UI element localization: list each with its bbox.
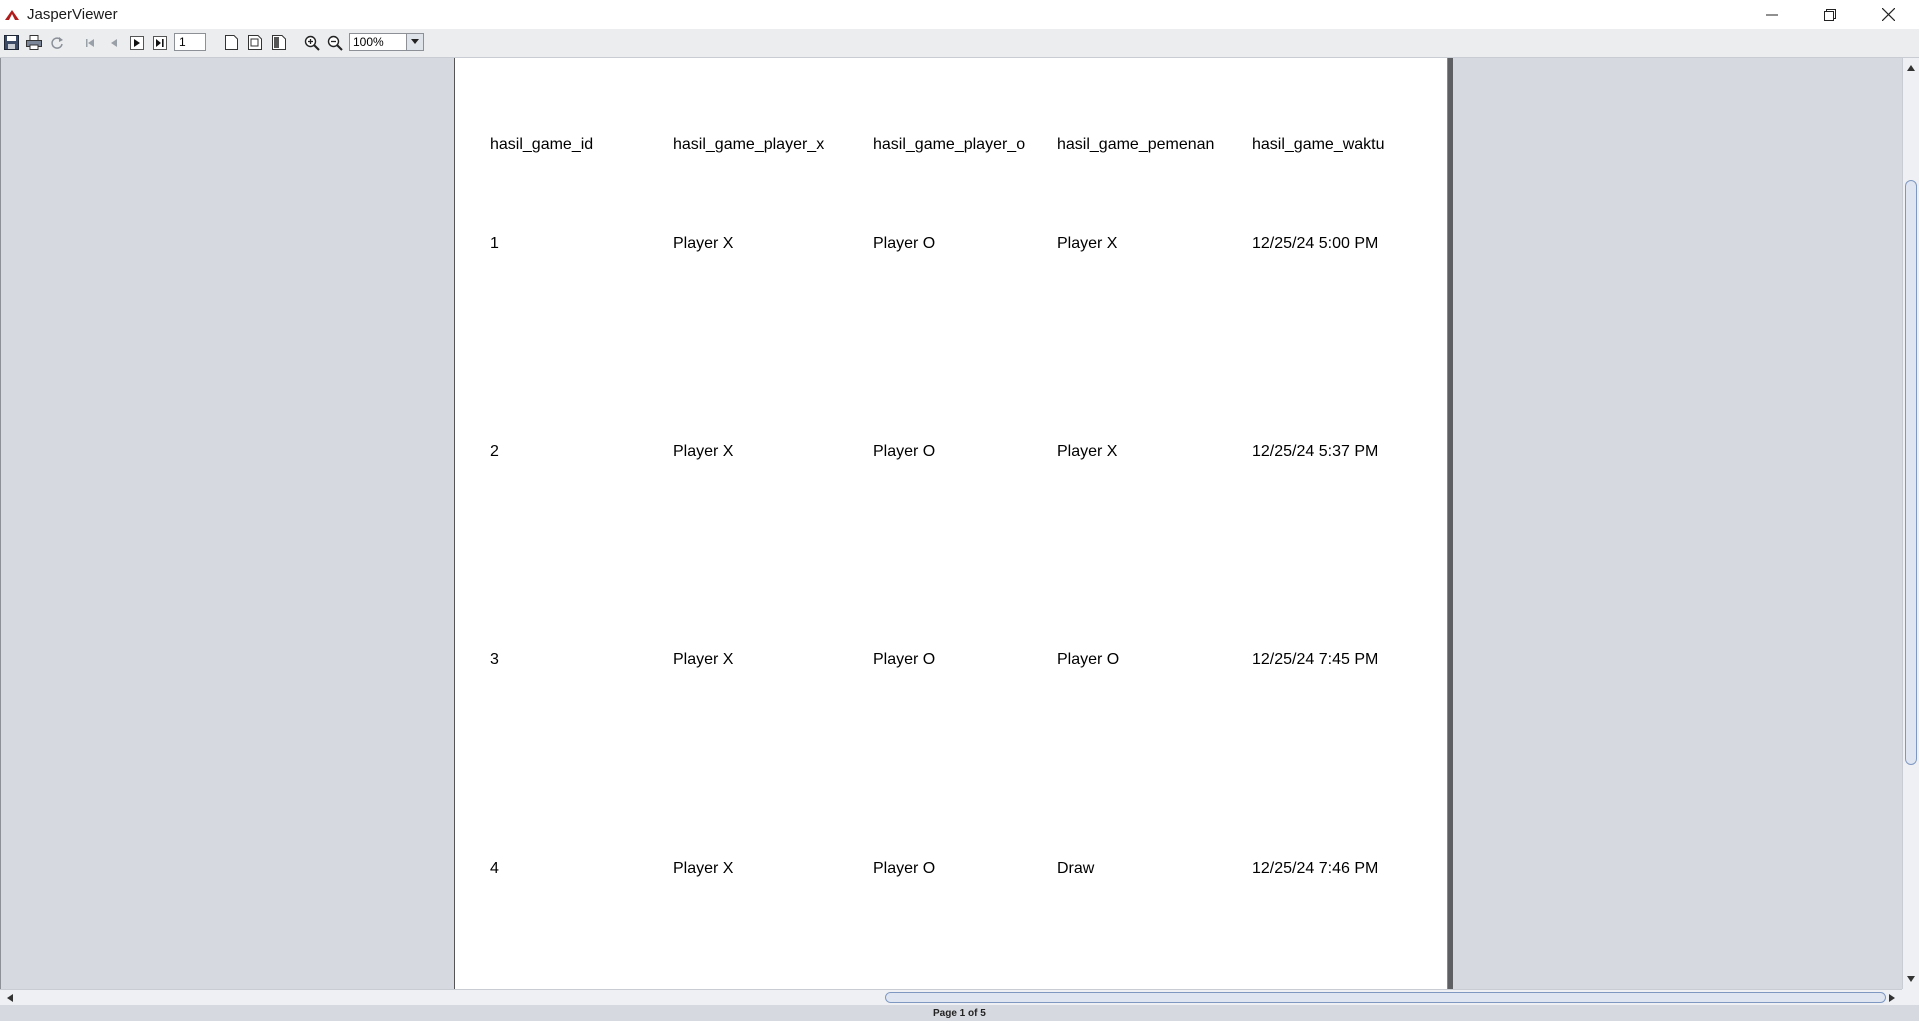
fit-width-icon <box>271 35 286 50</box>
row-3-winner: Player O <box>1057 651 1120 668</box>
previous-page-button[interactable] <box>104 33 123 52</box>
arrow-down-icon <box>1907 976 1915 982</box>
horizontal-scrollbar[interactable] <box>0 989 1902 1005</box>
minimize-icon <box>1766 14 1778 15</box>
fit-page-icon <box>247 35 262 50</box>
arrow-right-icon <box>1889 993 1895 1002</box>
column-header-winner: hasil_game_pemenan <box>1057 136 1215 153</box>
vertical-scroll-thumb[interactable] <box>1905 180 1917 765</box>
dropdown-button[interactable] <box>406 34 423 50</box>
row-2-player-o: Player O <box>873 443 936 460</box>
actual-size-icon <box>225 35 238 50</box>
save-icon <box>4 35 19 50</box>
zoom-value: 100% <box>353 35 384 49</box>
next-page-icon <box>129 35 144 50</box>
window-title: JasperViewer <box>27 6 118 23</box>
previous-page-icon <box>110 38 117 47</box>
report-page: hasil_game_id hasil_game_player_x hasil_… <box>454 58 1448 989</box>
row-1-id: 1 <box>490 235 499 252</box>
vertical-scrollbar[interactable] <box>1902 58 1919 989</box>
row-4-player-o: Player O <box>873 860 936 877</box>
restore-button[interactable] <box>1801 0 1859 29</box>
horizontal-scroll-thumb[interactable] <box>885 992 1886 1003</box>
fit-width-button[interactable] <box>269 33 288 52</box>
toolbar: 100% <box>0 29 1919 58</box>
next-page-button[interactable] <box>127 33 146 52</box>
row-4-time: 12/25/24 7:46 PM <box>1252 860 1379 877</box>
scroll-down-button[interactable] <box>1903 971 1919 987</box>
arrow-left-icon <box>7 993 13 1002</box>
row-4-id: 4 <box>490 860 499 877</box>
arrow-up-icon <box>1907 65 1915 71</box>
row-4-player-x: Player X <box>673 860 734 877</box>
scroll-right-button[interactable] <box>1884 990 1900 1005</box>
row-1-winner: Player X <box>1057 235 1118 252</box>
zoom-out-button[interactable] <box>325 33 344 52</box>
first-page-button[interactable] <box>80 33 99 52</box>
close-button[interactable] <box>1859 0 1917 29</box>
actual-size-button[interactable] <box>222 33 241 52</box>
save-button[interactable] <box>2 33 21 52</box>
first-page-icon <box>85 38 94 47</box>
reload-icon <box>50 36 63 49</box>
scroll-up-button[interactable] <box>1903 60 1919 76</box>
column-header-player-x: hasil_game_player_x <box>673 136 825 153</box>
page-number-input[interactable] <box>174 33 206 51</box>
minimize-button[interactable] <box>1743 0 1801 29</box>
reload-button[interactable] <box>47 33 66 52</box>
row-4-winner: Draw <box>1057 860 1095 877</box>
report-viewport[interactable]: hasil_game_id hasil_game_player_x hasil_… <box>0 58 1902 989</box>
fit-page-button[interactable] <box>245 33 264 52</box>
row-1-player-x: Player X <box>673 235 734 252</box>
status-bar: Page 1 of 5 <box>0 1005 1919 1021</box>
zoom-in-button[interactable] <box>302 33 321 52</box>
row-3-player-x: Player X <box>673 651 734 668</box>
row-2-player-x: Player X <box>673 443 734 460</box>
row-1-time: 12/25/24 5:00 PM <box>1252 235 1379 252</box>
row-3-player-o: Player O <box>873 651 936 668</box>
row-2-id: 2 <box>490 443 499 460</box>
row-2-time: 12/25/24 5:37 PM <box>1252 443 1379 460</box>
close-icon <box>1881 8 1895 21</box>
scroll-left-button[interactable] <box>2 990 18 1005</box>
row-3-id: 3 <box>490 651 499 668</box>
zoom-select[interactable]: 100% <box>349 33 424 51</box>
jasper-triangle-icon <box>4 8 20 20</box>
last-page-button[interactable] <box>150 33 169 52</box>
chevron-down-icon <box>411 39 419 44</box>
column-header-id: hasil_game_id <box>490 136 594 153</box>
page-status: Page 1 of 5 <box>933 1008 986 1019</box>
zoom-out-icon <box>327 35 343 51</box>
print-icon <box>25 35 42 50</box>
print-button[interactable] <box>24 33 43 52</box>
page-shadow <box>1448 58 1453 989</box>
restore-icon <box>1824 8 1836 21</box>
title-bar: JasperViewer <box>0 0 1919 30</box>
last-page-icon <box>152 35 167 50</box>
row-2-winner: Player X <box>1057 443 1118 460</box>
column-header-player-o: hasil_game_player_o <box>873 136 1026 153</box>
row-3-time: 12/25/24 7:45 PM <box>1252 651 1379 668</box>
column-header-time: hasil_game_waktu <box>1252 136 1385 153</box>
row-1-player-o: Player O <box>873 235 936 252</box>
zoom-in-icon <box>304 35 320 51</box>
scrollbar-corner <box>1902 989 1919 1005</box>
